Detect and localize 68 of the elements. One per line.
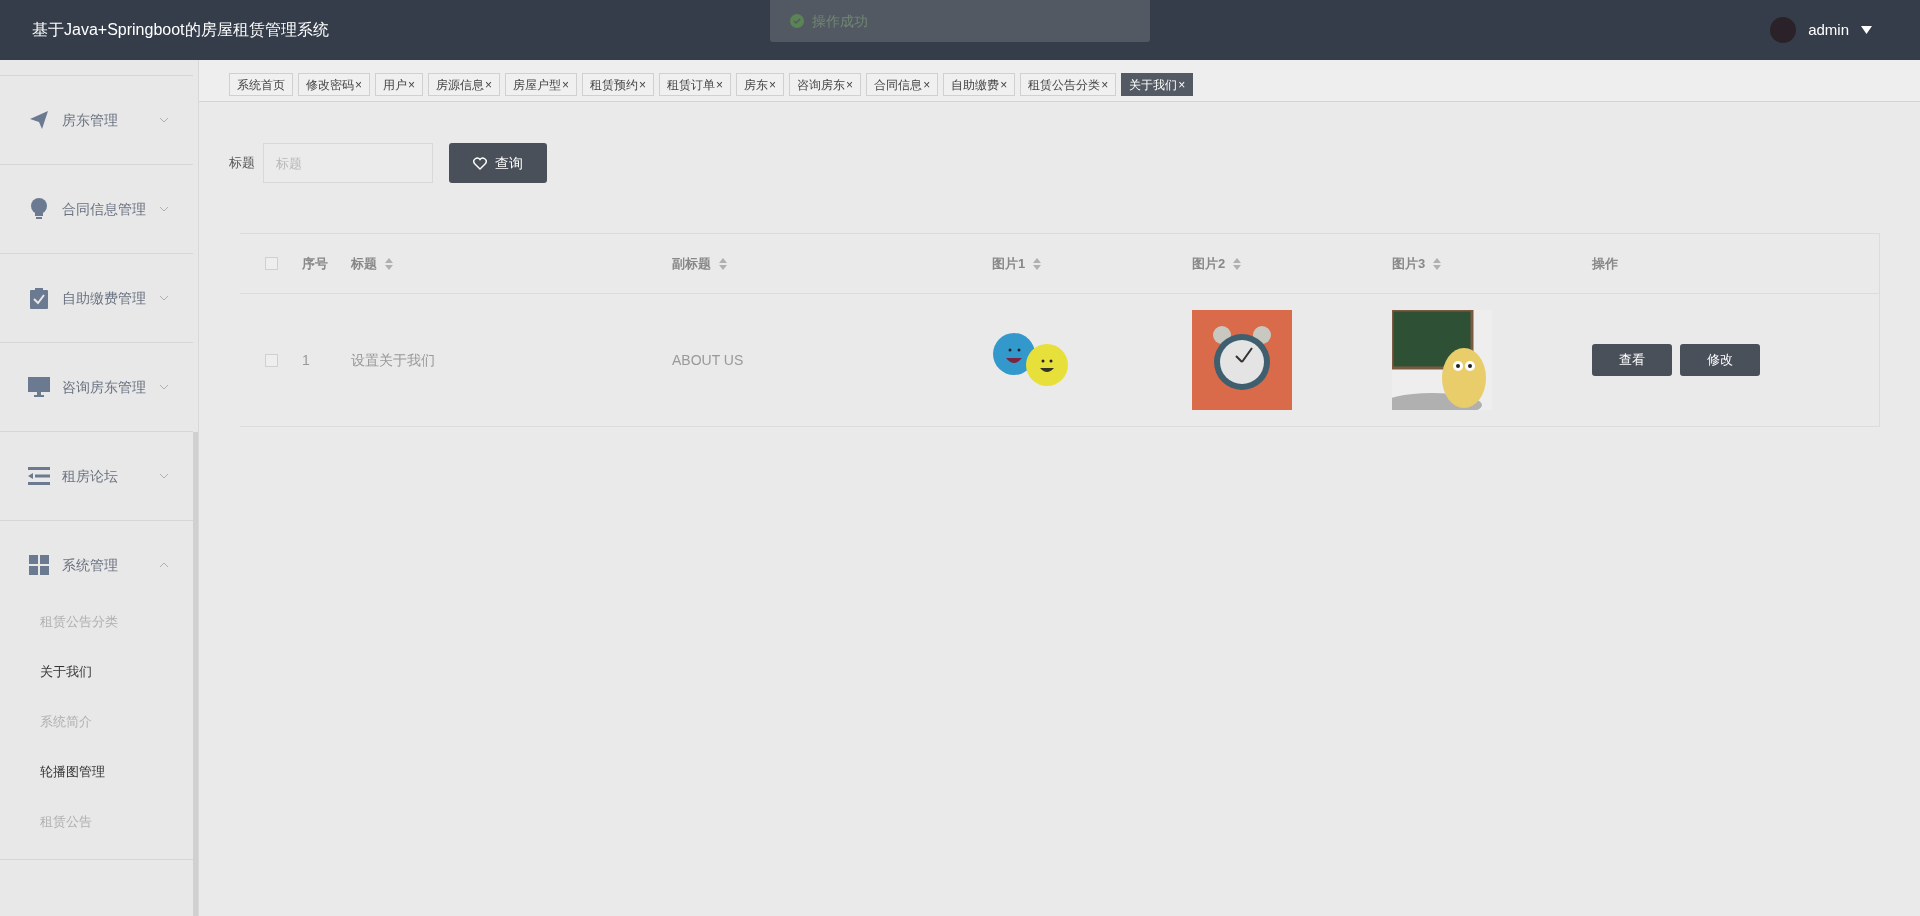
user-name[interactable]: admin [1808, 18, 1849, 42]
action-button[interactable]: 查看 [1592, 344, 1672, 376]
tab[interactable]: 租赁预约× [582, 73, 655, 96]
sort-icon[interactable] [719, 257, 727, 270]
sidebar-menu-item[interactable]: 租房论坛 [0, 432, 193, 520]
search-button[interactable]: 查询 [449, 143, 547, 183]
chevron-down-icon [159, 117, 169, 123]
tab[interactable]: 租赁订单× [659, 73, 732, 96]
column-header: 操作 [1592, 254, 1618, 273]
clipboard-check-icon [29, 287, 49, 309]
heart-icon [473, 156, 487, 170]
close-icon[interactable]: × [639, 75, 647, 94]
sidebar-menu-item[interactable]: 咨询房东管理 [0, 343, 193, 431]
tab[interactable]: 租赁公告分类× [1020, 73, 1117, 96]
chevron-down-icon [159, 473, 169, 479]
sort-icon[interactable] [385, 257, 393, 270]
table-cell-text: 1 [302, 350, 311, 370]
sidebar-menu-item[interactable]: 合同信息管理 [0, 165, 193, 253]
close-icon[interactable]: × [355, 75, 362, 94]
row-checkbox[interactable] [264, 353, 278, 367]
close-icon[interactable]: × [769, 75, 777, 94]
close-icon[interactable]: × [923, 75, 931, 94]
column-header: 序号 [302, 254, 328, 273]
caret-icon[interactable] [1861, 26, 1872, 34]
app-title: 基于Java+Springboot的房屋租赁管理系统 [32, 20, 329, 40]
search-label: 标题 [229, 154, 255, 173]
select-all-checkbox[interactable] [264, 257, 278, 270]
tab[interactable]: 咨询房东× [789, 73, 862, 96]
monitor-icon [28, 377, 50, 397]
close-icon[interactable]: × [1101, 75, 1109, 94]
tab[interactable]: 房源信息× [428, 73, 501, 96]
grid-icon [29, 555, 49, 575]
tab[interactable]: 房屋户型× [505, 73, 578, 96]
submenu-item[interactable]: 关于我们 [0, 647, 193, 697]
close-icon[interactable]: × [1178, 75, 1186, 94]
tab[interactable]: 自助缴费× [943, 73, 1016, 96]
sort-icon[interactable] [1433, 257, 1442, 270]
table-cell-text: ABOUT US [672, 350, 745, 370]
close-icon[interactable]: × [485, 75, 493, 94]
sort-icon[interactable] [1233, 257, 1242, 270]
chevron-down-icon [159, 206, 169, 212]
check-circle-icon [790, 14, 804, 28]
tab[interactable]: 系统首页 [229, 73, 293, 96]
close-icon[interactable]: × [716, 75, 724, 94]
tab[interactable]: 关于我们× [1121, 73, 1194, 96]
tab[interactable]: 用户× [375, 73, 424, 96]
close-icon[interactable]: × [846, 75, 854, 94]
close-icon[interactable]: × [1000, 75, 1008, 94]
action-button[interactable]: 修改 [1680, 344, 1760, 376]
scrollbar[interactable] [193, 432, 198, 916]
sidebar-menu-item[interactable]: 自助缴费管理 [0, 254, 193, 342]
paper-plane-icon [29, 110, 49, 130]
close-icon[interactable]: × [562, 75, 570, 94]
submenu-item[interactable]: 轮播图管理 [0, 747, 193, 797]
sort-icon[interactable] [1033, 257, 1042, 270]
sidebar-menu-item[interactable]: 系统管理 [0, 521, 193, 609]
tab[interactable]: 修改密码× [298, 73, 370, 96]
tab[interactable]: 房东× [736, 73, 785, 96]
chevron-down-icon [159, 295, 169, 301]
table-cell-text: 设置关于我们 [351, 350, 436, 370]
close-icon[interactable]: × [408, 75, 416, 94]
sidebar-menu-item[interactable]: 房东管理 [0, 76, 193, 164]
chevron-up-icon [159, 562, 169, 568]
lightbulb-icon [29, 197, 49, 221]
avatar[interactable] [1770, 17, 1797, 43]
tab[interactable]: 合同信息× [866, 73, 939, 96]
chevron-down-icon [159, 384, 169, 390]
list-icon [28, 467, 50, 485]
